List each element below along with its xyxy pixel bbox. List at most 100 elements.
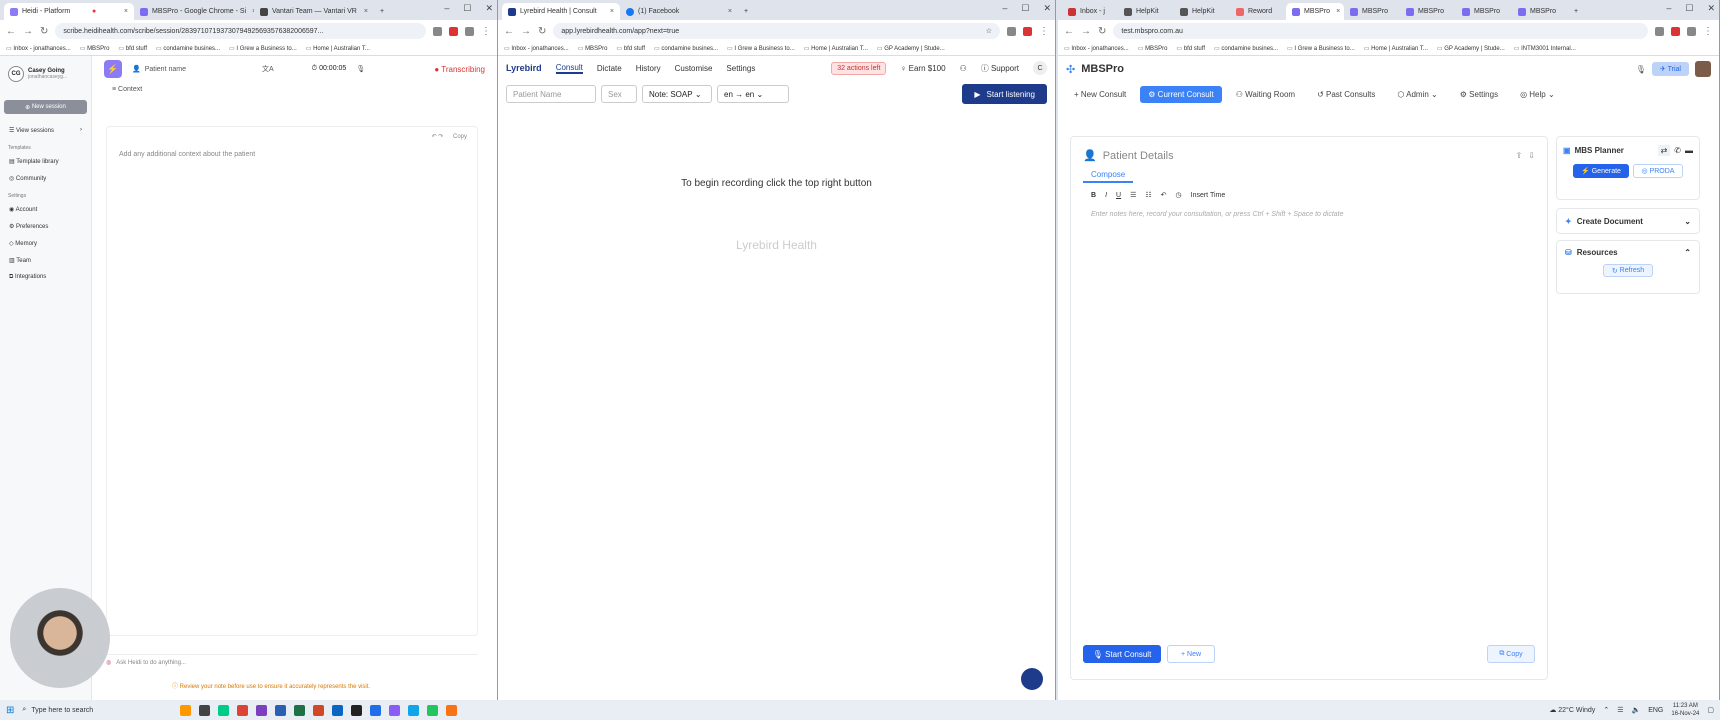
phone-icon[interactable]: ✆: [1674, 146, 1681, 155]
sidebar-item-preferences[interactable]: ⚙ Preferences: [0, 218, 91, 235]
bookmark[interactable]: bfd stuff: [1176, 45, 1205, 52]
sex-select[interactable]: Sex: [601, 85, 637, 103]
menu-icon[interactable]: ⋮: [481, 26, 491, 37]
video-icon[interactable]: ▬: [1685, 146, 1693, 155]
avatar[interactable]: C: [1033, 61, 1047, 75]
brand-logo[interactable]: MBSPro: [1081, 63, 1124, 75]
ask-heidi-input[interactable]: ◍ Ask Heidi to do anything...: [106, 654, 478, 670]
notification-icon[interactable]: ▢: [1707, 706, 1714, 714]
extension-icon[interactable]: [1671, 26, 1680, 36]
proda-button[interactable]: ◎ PRODA: [1633, 164, 1683, 178]
new-tab-button[interactable]: +: [374, 3, 390, 20]
close-icon[interactable]: ×: [118, 8, 128, 15]
bookmark[interactable]: GP Academy | Stude...: [1437, 45, 1504, 52]
minimize-icon[interactable]: –: [1002, 3, 1007, 14]
bookmark[interactable]: condamine busines...: [1214, 45, 1278, 52]
copy-button[interactable]: ⧉ Copy: [1487, 645, 1535, 663]
earn-button[interactable]: ♀ Earn $100: [900, 64, 945, 73]
nav-past-consults[interactable]: ↺ Past Consults: [1309, 86, 1383, 103]
italic-icon[interactable]: I: [1105, 192, 1107, 199]
close-icon[interactable]: ×: [604, 8, 614, 15]
context-editor[interactable]: ↶ ↷ Copy Add any additional context abou…: [106, 126, 478, 636]
chrome-icon[interactable]: [237, 704, 249, 716]
edge-icon[interactable]: [218, 704, 230, 716]
back-icon[interactable]: ←: [6, 26, 16, 37]
bookmark[interactable]: Inbox - jonathances...: [504, 45, 568, 52]
nav-new-consult[interactable]: + New Consult: [1066, 86, 1134, 103]
tab-dictate[interactable]: Dictate: [597, 64, 622, 73]
tab-mbspro[interactable]: MBSPro: [1456, 3, 1512, 20]
new-tab-button[interactable]: +: [1568, 3, 1584, 20]
bookmark[interactable]: bfd stuff: [616, 45, 645, 52]
microphone-icon[interactable]: 🎙: [356, 65, 365, 73]
close-window-icon[interactable]: ✕: [1707, 3, 1715, 14]
brand-logo[interactable]: Lyrebird: [506, 63, 542, 73]
app-icon[interactable]: [370, 704, 382, 716]
weather-widget[interactable]: ☁ 22°C Windy: [1549, 706, 1595, 714]
underline-icon[interactable]: U: [1116, 192, 1121, 199]
tab-context[interactable]: ≡ Context: [92, 82, 497, 97]
bookmark[interactable]: I Grew a Business to...: [727, 45, 794, 52]
sidebar-item-memory[interactable]: ◇ Memory: [0, 235, 91, 252]
chat-support-icon[interactable]: [1021, 668, 1043, 690]
bookmark[interactable]: MBSPro: [1138, 45, 1167, 52]
actions-left-badge[interactable]: 32 actions left: [831, 61, 887, 75]
refresh-button[interactable]: ↻ Refresh: [1603, 264, 1653, 277]
tab-mbspro[interactable]: MBSPro: [1344, 3, 1400, 20]
tab-heidi-platform[interactable]: Heidi - Platform ● ×: [4, 3, 134, 20]
trial-button[interactable]: ✈ Trial: [1651, 62, 1689, 76]
redo-icon[interactable]: ↷: [438, 134, 443, 140]
windows-start-icon[interactable]: ⊞: [6, 705, 14, 716]
tray-chevron-icon[interactable]: ⌃: [1603, 706, 1609, 714]
widgets-icon[interactable]: [180, 704, 192, 716]
whatsapp-icon[interactable]: [427, 704, 439, 716]
extension-icon[interactable]: [1007, 26, 1016, 36]
bookmark[interactable]: condamine busines...: [654, 45, 718, 52]
close-window-icon[interactable]: ✕: [1043, 3, 1051, 14]
close-icon[interactable]: ×: [358, 8, 368, 15]
network-icon[interactable]: ☰: [1617, 706, 1623, 714]
maximize-icon[interactable]: ☐: [463, 3, 471, 14]
new-button[interactable]: + New: [1167, 645, 1215, 663]
minimize-icon[interactable]: –: [444, 3, 449, 14]
maximize-icon[interactable]: ☐: [1021, 3, 1029, 14]
bookmark[interactable]: I Grew a Business to...: [229, 45, 296, 52]
maximize-icon[interactable]: ☐: [1685, 3, 1693, 14]
nav-help[interactable]: ◎ Help ⌄: [1512, 86, 1563, 103]
sidebar-item-account[interactable]: ◉ Account: [0, 201, 91, 218]
sidebar-item-view-sessions[interactable]: ☰ View sessions ›: [0, 122, 91, 139]
bookmark[interactable]: Inbox - jonathances...: [6, 45, 70, 52]
tab-consult[interactable]: Consult: [555, 63, 583, 74]
tab-compose[interactable]: Compose: [1083, 168, 1134, 183]
bookmark[interactable]: bfd stuff: [118, 45, 147, 52]
create-document-section[interactable]: ✦ Create Document ⌄: [1556, 208, 1700, 234]
start-consult-button[interactable]: 🎙 Start Consult: [1083, 645, 1161, 663]
tab-inbox[interactable]: Inbox - j: [1062, 3, 1118, 20]
language-select[interactable]: en → en ⌄: [717, 85, 789, 103]
tab-mbspro[interactable]: MBSPro - Google Chrome - Si×: [134, 3, 254, 20]
generate-button[interactable]: ⚡ Generate: [1573, 164, 1629, 178]
app-icon[interactable]: [332, 704, 344, 716]
bookmark[interactable]: MBSPro: [578, 45, 607, 52]
tab-reword[interactable]: Reword: [1230, 3, 1286, 20]
patient-name-field[interactable]: 👤 Patient name: [132, 65, 252, 74]
app-icon[interactable]: [446, 704, 458, 716]
extension-icon[interactable]: [449, 26, 458, 36]
notes-editor[interactable]: Enter notes here, record your consultati…: [1071, 207, 1547, 222]
nav-admin[interactable]: ⬡ Admin ⌄: [1389, 86, 1445, 103]
resources-header[interactable]: ⛁ Resources ⌃: [1557, 241, 1699, 264]
word-icon[interactable]: [275, 704, 287, 716]
reload-icon[interactable]: ↻: [1098, 26, 1106, 37]
close-icon[interactable]: ×: [722, 8, 732, 15]
bullet-list-icon[interactable]: ☰: [1130, 191, 1136, 199]
menu-icon[interactable]: ⋮: [1703, 26, 1713, 37]
sidebar-item-integrations[interactable]: ⧉ Integrations: [0, 269, 91, 286]
patient-name-input[interactable]: Patient Name: [506, 85, 596, 103]
nav-settings[interactable]: ⚙ Settings: [1452, 86, 1506, 103]
forward-icon[interactable]: →: [1081, 26, 1091, 37]
note-template-select[interactable]: Note: SOAP ⌄: [642, 85, 712, 103]
minimize-icon[interactable]: –: [1666, 3, 1671, 14]
undo-icon[interactable]: ↶: [1161, 191, 1167, 199]
bookmark[interactable]: Home | Australian T...: [1364, 45, 1428, 52]
tab-mbspro-active[interactable]: MBSPro ×: [1286, 3, 1344, 20]
